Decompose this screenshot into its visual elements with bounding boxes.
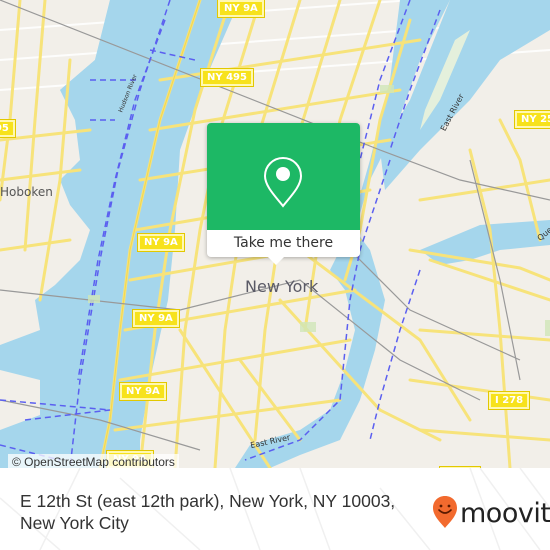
route-shield-ny9a: NY 9A	[137, 233, 185, 252]
moovit-wordmark: moovit	[460, 498, 550, 529]
route-shield-ny9a: NY 9A	[217, 0, 265, 18]
route-shield-ny9a: NY 9A	[132, 309, 180, 328]
popup-pointer	[268, 257, 284, 265]
popup-header	[207, 123, 360, 230]
route-shield-495: 495	[0, 119, 16, 138]
map-attribution[interactable]: © OpenStreetMap contributors	[8, 454, 179, 468]
route-shield-i278: I 278	[487, 391, 531, 410]
route-shield-ny495: NY 495	[200, 68, 254, 87]
route-shield-ny9a: NY 9A	[119, 382, 167, 401]
route-shield-ny25: NY 25	[513, 110, 550, 129]
location-popup: Take me there	[207, 123, 360, 265]
take-me-there-button[interactable]: Take me there	[207, 230, 360, 257]
place-label-hoboken: Hoboken	[0, 185, 53, 199]
map[interactable]: NY 9A NY 495 NY 25 NY 9A NY 9A NY 9A NY …	[0, 0, 550, 468]
moovit-smiley-pin-icon	[432, 495, 458, 533]
place-label-new-york: New York	[245, 277, 319, 296]
address-text: E 12th St (east 12th park), New York, NY…	[20, 491, 396, 533]
moovit-logo[interactable]: moovit	[432, 495, 550, 533]
